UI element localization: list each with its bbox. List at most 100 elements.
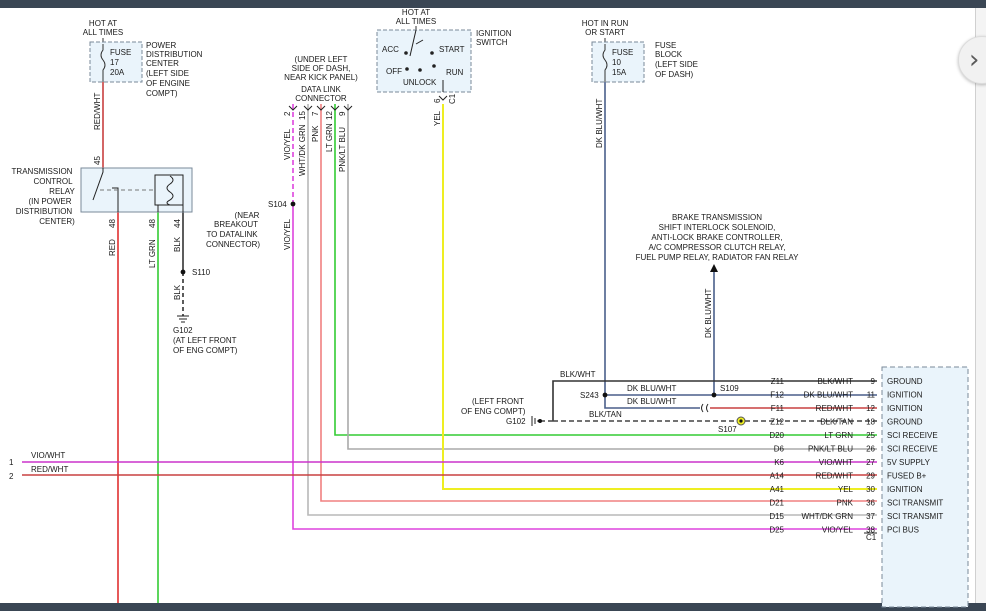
- module-row-pin: 18: [866, 418, 875, 427]
- module-row-wire: PNK/LT BLU: [808, 445, 853, 454]
- module-row-function: PCI BUS: [887, 526, 919, 535]
- relay-pin-45: 45: [93, 156, 102, 165]
- wire-label-red-wht: RED/WHT: [93, 93, 102, 130]
- wire-label-brake: DK BLU/WHT: [704, 289, 713, 338]
- ign-contact-start: [430, 51, 434, 55]
- relay-pin-48a: 48: [108, 219, 117, 228]
- wire-pnk-lt-blu: [347, 104, 877, 450]
- s243-dot: [602, 392, 608, 398]
- wire-label-pnk-lt-blu: PNK/LT BLU: [338, 127, 347, 172]
- left-inputs: 1 VIO/WHT 2 RED/WHT: [9, 451, 68, 481]
- module: Z11 BLK/WHT 9 GROUND F12 DK BLU/WHT 11 IGNITION…: [769, 366, 969, 608]
- ign-contact-acc: [404, 51, 408, 55]
- brake-note-1: BRAKE TRANSMISSION: [672, 213, 762, 222]
- wire-lt-grn-dl: [334, 104, 877, 436]
- ign-contact-off: [405, 67, 409, 71]
- ign-title-2: SWITCH: [476, 38, 508, 47]
- module-row-pin: 37: [866, 512, 875, 521]
- module-row-pin: 36: [866, 499, 875, 508]
- brake-note-5: FUEL PUMP RELAY, RADIATOR FAN RELAY: [636, 253, 800, 262]
- s109-label: S109: [720, 384, 739, 393]
- fuse-pdc-hot-label-1: HOT AT: [89, 19, 117, 28]
- fuse-10-line-1: FUSE: [612, 48, 633, 57]
- g102-top-desc-2: OF ENG COMPT): [173, 346, 238, 355]
- module-row-circuit: D25: [769, 526, 784, 535]
- brake-arrow: [710, 264, 718, 272]
- fb-hot-label-1: HOT IN RUN: [582, 19, 629, 28]
- mid-wire-blk-tan: BLK/TAN: [589, 410, 622, 419]
- module-row-circuit: F11: [771, 404, 785, 413]
- pdc-loc-1: POWER: [146, 41, 176, 50]
- relay-label-3: RELAY: [49, 187, 75, 196]
- input-2-wire: RED/WHT: [31, 465, 68, 474]
- input-1-wire: VIO/WHT: [31, 451, 65, 460]
- g102-right-label: G102: [506, 417, 526, 426]
- fb-loc-4: OF DASH): [655, 70, 694, 79]
- brake-note-4: A/C COMPRESSOR CLUTCH RELAY,: [648, 243, 785, 252]
- ign-pos-unlock: UNLOCK: [403, 78, 437, 87]
- module-row-wire: WHT/DK GRN: [801, 512, 853, 521]
- dl-label-4: DATA LINK: [301, 85, 341, 94]
- fuse-10-line-2: 10: [612, 58, 621, 67]
- pdc-loc-5: OF ENGINE: [146, 79, 190, 88]
- module-row-function: IGNITION: [887, 391, 923, 400]
- module-row-function: SCI TRANSMIT: [887, 512, 943, 521]
- transmission-control-relay: TRANSMISSION CONTROL RELAY (IN POWER DIS…: [12, 156, 193, 268]
- s109-break: [701, 403, 709, 413]
- module-row-wire: BLK/TAN: [820, 418, 853, 427]
- wire-label-lt-grn-relay: LT GRN: [148, 239, 157, 268]
- dl-pin-7: 7: [311, 111, 320, 116]
- ignition-switch: HOT AT ALL TIMES IGNITION SWITCH ACC OFF…: [376, 8, 512, 126]
- wire-label-wht-dk-grn: WHT/DK GRN: [298, 124, 307, 176]
- s104-desc-1: (NEAR: [235, 211, 260, 220]
- module-row-circuit: D21: [769, 499, 784, 508]
- fuse-pdc-hot-label-2: ALL TIMES: [83, 28, 123, 37]
- module-row-function: 5V SUPPLY: [887, 458, 931, 467]
- s110-label: S110: [192, 268, 211, 277]
- splice-s104: S104 (NEAR BREAKOUT TO DATALINK CONNECTO…: [206, 200, 296, 250]
- relay-label-1: TRANSMISSION: [12, 167, 73, 176]
- mid-wire-blk-wht: BLK/WHT: [560, 370, 596, 379]
- dl-label-3: NEAR KICK PANEL): [284, 73, 358, 82]
- module-row-wire: YEL: [838, 485, 854, 494]
- module-row-wire: RED/WHT: [816, 404, 853, 413]
- module-row-function: SCI RECEIVE: [887, 445, 938, 454]
- ign-pos-run: RUN: [446, 68, 464, 77]
- g102-top-desc-1: (AT LEFT FRONT: [173, 336, 237, 345]
- relay-label-6: CENTER): [39, 217, 75, 226]
- wire-label-lt-grn-dl: LT GRN: [325, 123, 334, 152]
- module-row-circuit: Z11: [771, 377, 785, 386]
- module-row-function: IGNITION: [887, 485, 923, 494]
- wire-pnk: [320, 104, 877, 502]
- brake-note-2: SHIFT INTERLOCK SOLENOID,: [659, 223, 776, 232]
- wire-label-yel: YEL: [433, 110, 442, 126]
- wire-label-vio-yel-top: VIO/YEL: [283, 128, 292, 160]
- module-row-wire: RED/WHT: [816, 472, 853, 481]
- fb-hot-label-2: OR START: [585, 28, 625, 37]
- relay-label-4: (IN POWER: [28, 197, 71, 206]
- relay-pin-44: 44: [173, 219, 182, 228]
- ign-pos-acc: ACC: [382, 45, 399, 54]
- brake-note: BRAKE TRANSMISSION SHIFT INTERLOCK SOLEN…: [636, 213, 800, 338]
- module-row-circuit: D6: [774, 445, 785, 454]
- module-row-wire: VIO/YEL: [822, 526, 854, 535]
- dl-pin-12: 12: [325, 111, 334, 120]
- dl-label-2: SIDE OF DASH,: [292, 64, 351, 73]
- ign-connector: C1: [448, 93, 457, 104]
- ign-pos-start: START: [439, 45, 465, 54]
- g102-right-desc-1: (LEFT FRONT: [472, 397, 524, 406]
- relay-label-5: DISTRIBUTION: [16, 207, 73, 216]
- wire-label-vio-yel-mid: VIO/YEL: [283, 218, 292, 250]
- module-row-circuit: A14: [770, 472, 785, 481]
- ign-contact-run: [432, 64, 436, 68]
- module-row-circuit: K6: [774, 458, 784, 467]
- fuse-17-line-2: 17: [110, 58, 119, 67]
- module-row-wire: VIO/WHT: [819, 458, 853, 467]
- wire-label-blk: BLK: [173, 236, 182, 252]
- module-row-function: GROUND: [887, 418, 923, 427]
- input-1-num: 1: [9, 458, 14, 467]
- dl-label-5: CONNECTOR: [295, 94, 347, 103]
- ign-pos-off: OFF: [386, 67, 402, 76]
- module-row-pin: 27: [866, 458, 875, 467]
- chevron-right-icon: ›: [969, 45, 980, 75]
